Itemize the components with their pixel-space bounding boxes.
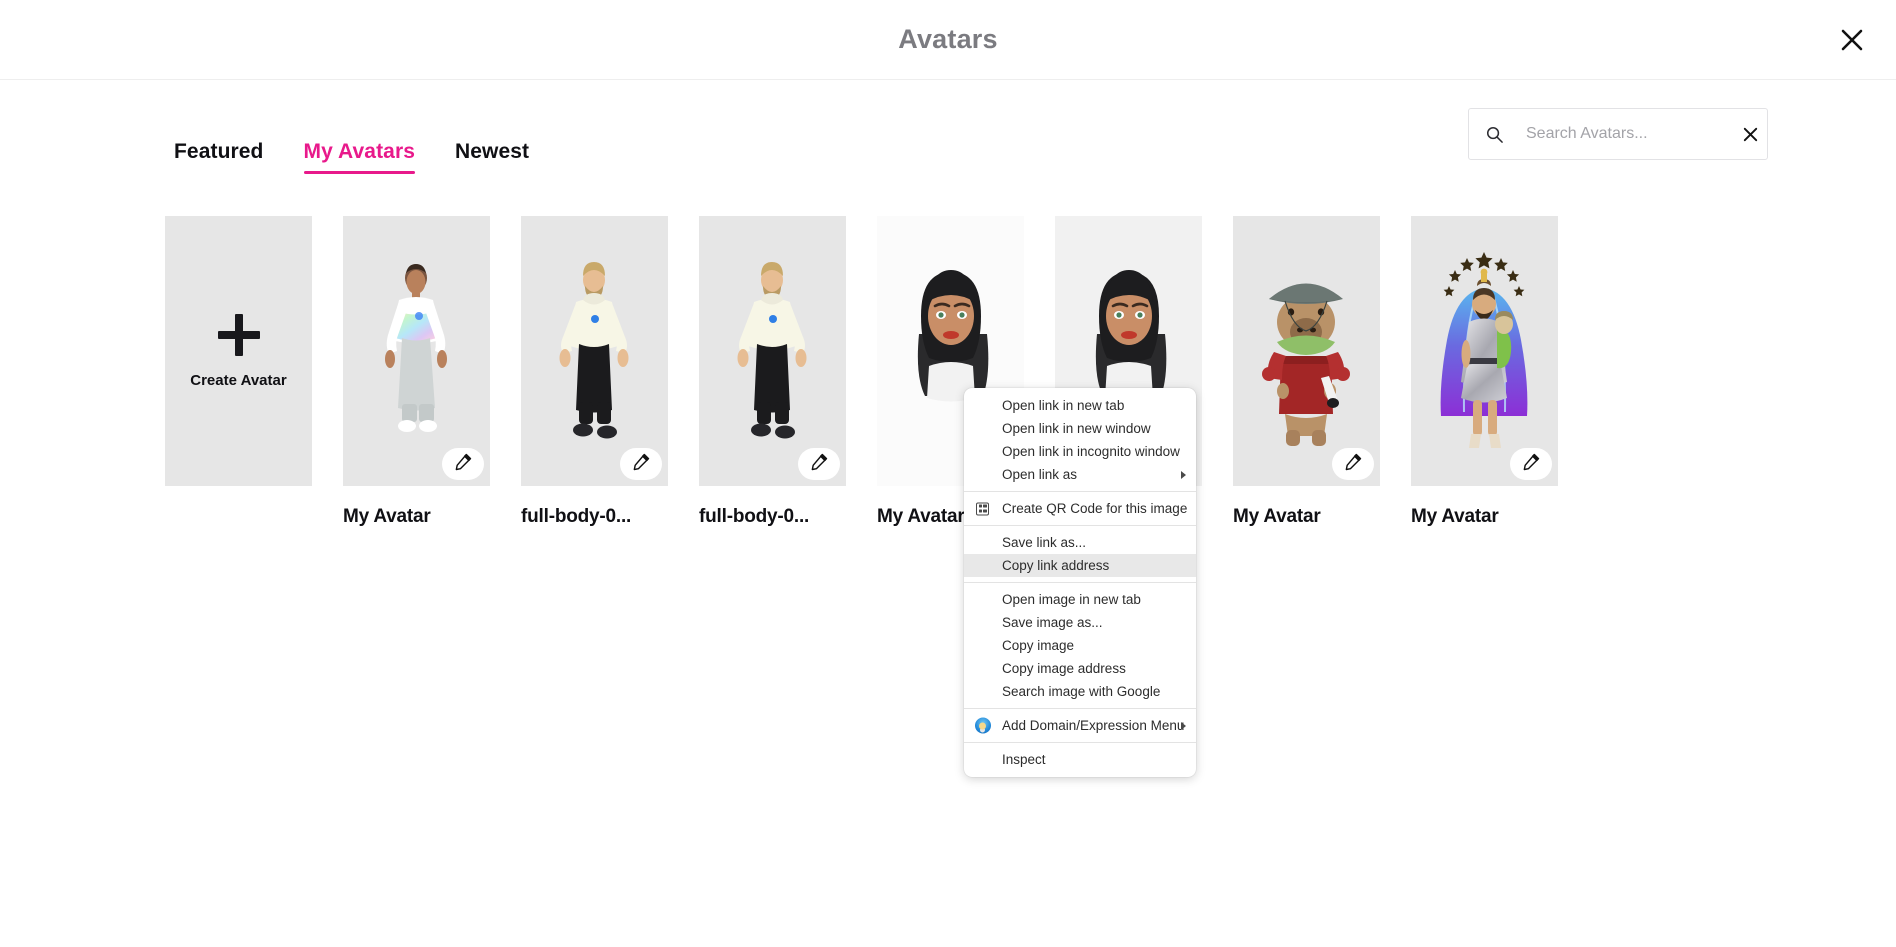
context-menu-item-label: Copy link address <box>1002 558 1110 573</box>
context-menu-group: Add Domain/Expression Menu <box>964 714 1196 737</box>
context-menu-item-open-link-as[interactable]: Open link as <box>964 463 1196 486</box>
pencil-icon <box>809 452 829 477</box>
context-menu-item-open-link-new-window[interactable]: Open link in new window <box>964 417 1196 440</box>
avatar-figure-hoodie-a <box>559 262 629 439</box>
avatar-card-label: full-body-0... <box>521 506 632 527</box>
pencil-icon <box>631 452 651 477</box>
context-menu-item-label: Open link as <box>1002 467 1078 482</box>
context-menu-item-inspect[interactable]: Inspect <box>964 748 1196 771</box>
avatar-figure-capybara <box>1262 283 1350 446</box>
context-menu-item-label: Copy image address <box>1002 661 1126 676</box>
context-menu-item-label: Copy image <box>1002 638 1075 653</box>
tab-list: Featured My Avatars Newest <box>60 80 549 188</box>
avatar-thumbnail <box>1233 216 1380 486</box>
context-menu-group: Create QR Code for this image <box>964 497 1196 520</box>
context-menu-separator <box>964 525 1196 526</box>
context-menu-item-label: Inspect <box>1002 752 1046 767</box>
context-menu-item-save-link-as[interactable]: Save link as... <box>964 531 1196 554</box>
context-menu-item-copy-image[interactable]: Copy image <box>964 634 1196 657</box>
close-icon <box>1839 27 1865 53</box>
pencil-icon <box>1343 452 1363 477</box>
context-menu-item-label: Save link as... <box>1002 535 1087 550</box>
context-menu-item-label: Search image with Google <box>1002 684 1161 699</box>
context-menu-item-label: Create QR Code for this image <box>1002 501 1188 516</box>
search-box[interactable] <box>1468 108 1768 160</box>
submenu-arrow-icon <box>1181 470 1186 479</box>
context-menu-item-open-link-new-tab[interactable]: Open link in new tab <box>964 394 1196 417</box>
avatar-thumbnail <box>1411 216 1558 486</box>
context-menu-separator <box>964 582 1196 583</box>
tab-featured-label: Featured <box>174 140 264 163</box>
extension-icon <box>974 717 991 734</box>
edit-avatar-button[interactable] <box>620 448 662 480</box>
tab-newest[interactable]: Newest <box>435 140 549 188</box>
page-title: Avatars <box>898 24 998 54</box>
create-avatar-label: Create Avatar <box>190 371 287 389</box>
tab-my-avatars-label: My Avatars <box>303 140 415 163</box>
context-menu-item-label: Open link in new tab <box>1002 398 1125 413</box>
avatar-card[interactable]: My Avatar <box>1233 216 1380 528</box>
edit-avatar-button[interactable] <box>1510 448 1552 480</box>
context-menu-separator <box>964 708 1196 709</box>
context-menu-group: Save link as... Copy link address <box>964 531 1196 577</box>
search-icon <box>1485 125 1504 144</box>
avatar-card[interactable]: full-body-0... <box>521 216 668 528</box>
avatar-card[interactable]: My Avatar <box>343 216 490 528</box>
avatar-thumbnail <box>699 216 846 486</box>
search-clear-button[interactable] <box>1741 125 1760 144</box>
avatar-card-label: My Avatar <box>1411 506 1499 527</box>
close-button[interactable] <box>1832 20 1872 60</box>
context-menu-item-copy-link-address[interactable]: Copy link address <box>964 554 1196 577</box>
context-menu-group: Open link in new tab Open link in new wi… <box>964 394 1196 486</box>
context-menu-item-label: Add Domain/Expression Menu <box>1002 718 1185 733</box>
pencil-icon <box>1521 452 1541 477</box>
context-menu-item-label: Open link in incognito window <box>1002 444 1180 459</box>
context-menu-item-save-image-as[interactable]: Save image as... <box>964 611 1196 634</box>
avatar-figure-hoodie-b <box>737 262 807 439</box>
avatar-card-label: My Avatar <box>1233 506 1321 527</box>
context-menu-item-search-image-with-google[interactable]: Search image with Google <box>964 680 1196 703</box>
avatar-figure-rainbow <box>385 264 447 432</box>
avatar-card[interactable]: full-body-0... <box>699 216 846 528</box>
search-input[interactable] <box>1526 125 1733 143</box>
modal-header: Avatars <box>0 0 1896 80</box>
context-menu-group: Inspect <box>964 748 1196 771</box>
context-menu-item-add-domain-expression-menu[interactable]: Add Domain/Expression Menu <box>964 714 1196 737</box>
context-menu-separator <box>964 491 1196 492</box>
tabs-and-search-bar: Featured My Avatars Newest <box>0 80 1896 188</box>
edit-avatar-button[interactable] <box>442 448 484 480</box>
edit-avatar-button[interactable] <box>798 448 840 480</box>
avatar-card[interactable]: My Avatar <box>1411 216 1558 528</box>
avatar-figure-caped <box>1440 252 1528 448</box>
edit-avatar-button[interactable] <box>1332 448 1374 480</box>
avatar-thumbnail <box>343 216 490 486</box>
context-menu-item-label: Save image as... <box>1002 615 1103 630</box>
pencil-icon <box>453 452 473 477</box>
create-avatar-thumb: Create Avatar <box>165 216 312 486</box>
avatar-grid: Create Avatar My Avatar full-body-0... f… <box>0 188 1896 528</box>
avatar-card-label: full-body-0... <box>699 506 810 527</box>
avatar-card-label: My Avatar <box>343 506 431 527</box>
submenu-arrow-icon <box>1181 721 1186 730</box>
tab-my-avatars[interactable]: My Avatars <box>284 140 436 188</box>
avatar-thumbnail <box>521 216 668 486</box>
context-menu-item-open-link-incognito[interactable]: Open link in incognito window <box>964 440 1196 463</box>
context-menu-item-copy-image-address[interactable]: Copy image address <box>964 657 1196 680</box>
tab-featured[interactable]: Featured <box>60 140 284 188</box>
context-menu-item-create-qr-code[interactable]: Create QR Code for this image <box>964 497 1196 520</box>
context-menu[interactable]: Open link in new tab Open link in new wi… <box>964 388 1196 777</box>
context-menu-item-label: Open image in new tab <box>1002 592 1141 607</box>
tab-newest-label: Newest <box>455 140 530 163</box>
create-avatar-card[interactable]: Create Avatar <box>165 216 312 486</box>
context-menu-separator <box>964 742 1196 743</box>
qr-code-icon <box>974 500 991 517</box>
context-menu-group: Open image in new tab Save image as... C… <box>964 588 1196 703</box>
context-menu-item-open-image-new-tab[interactable]: Open image in new tab <box>964 588 1196 611</box>
plus-icon <box>217 313 260 356</box>
context-menu-item-label: Open link in new window <box>1002 421 1151 436</box>
